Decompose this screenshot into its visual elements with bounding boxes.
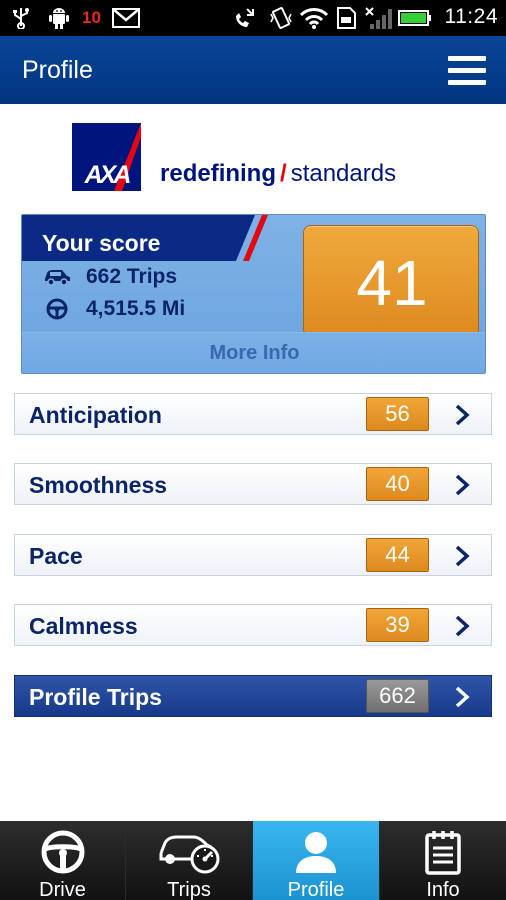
- clock-time: 11:24: [444, 5, 498, 28]
- distance-value: 4,515.5 Mi: [86, 297, 186, 320]
- trips-count: 662 Trips: [86, 265, 178, 288]
- score-distance-row: 4,515.5 Mi: [42, 296, 185, 322]
- category-row-anticipation[interactable]: Anticipation 56: [14, 393, 492, 435]
- tab-label: Profile: [287, 879, 345, 900]
- menu-bar: [448, 68, 486, 73]
- score-trips-row: 662 Trips: [42, 264, 177, 290]
- category-score-badge: 56: [366, 397, 429, 431]
- score-title: Your score: [42, 230, 161, 256]
- menu-bar: [448, 56, 486, 61]
- tab-profile[interactable]: Profile: [253, 821, 380, 900]
- person-icon: [293, 829, 339, 875]
- category-score-badge: 39: [366, 608, 429, 642]
- chevron-right-icon: [455, 474, 470, 496]
- category-label: Pace: [29, 543, 83, 569]
- sd-card-icon: [334, 6, 358, 30]
- tab-info[interactable]: Info: [380, 821, 506, 900]
- page-title: Profile: [22, 56, 93, 84]
- missed-call-icon: [232, 6, 256, 30]
- no-signal-icon: [364, 6, 394, 30]
- steering-wheel-icon: [42, 297, 72, 321]
- profile-trips-row[interactable]: Profile Trips 662: [14, 675, 492, 717]
- status-bar: 10 11:24: [0, 0, 506, 36]
- score-card: Your score 662 Trips 4,515.5 Mi 41 More …: [21, 214, 486, 374]
- steering-wheel-icon: [40, 829, 86, 875]
- category-score-badge: 44: [366, 538, 429, 572]
- chevron-right-icon: [455, 404, 470, 426]
- tab-label: Drive: [39, 879, 86, 900]
- car-trips-icon: [42, 265, 72, 289]
- vibrate-icon: [268, 6, 294, 30]
- category-label: Anticipation: [29, 402, 162, 428]
- category-score-badge: 40: [366, 467, 429, 501]
- bottom-navigation: Drive Trips Profile Info: [0, 821, 506, 900]
- profile-trips-count-badge: 662: [366, 679, 429, 713]
- brand-slogan: redefining / standards: [160, 160, 396, 188]
- more-info-button[interactable]: More Info: [22, 332, 485, 373]
- chevron-right-icon: [455, 686, 470, 708]
- category-label: Calmness: [29, 613, 138, 639]
- wifi-icon: [298, 6, 330, 30]
- overall-score-value: 41: [356, 247, 428, 319]
- tab-label: Info: [426, 879, 460, 900]
- chevron-right-icon: [455, 615, 470, 637]
- profile-trips-label: Profile Trips: [29, 684, 162, 710]
- logo-text: AXA: [84, 161, 132, 189]
- battery-icon: [398, 6, 432, 30]
- slogan-slash: /: [280, 160, 287, 187]
- category-row-smoothness[interactable]: Smoothness 40: [14, 463, 492, 505]
- slogan-rest: standards: [290, 160, 397, 187]
- menu-bar: [448, 80, 486, 85]
- category-row-calmness[interactable]: Calmness 39: [14, 604, 492, 646]
- tab-label: Trips: [167, 879, 211, 900]
- app-header: Profile: [0, 36, 506, 104]
- hamburger-menu-icon[interactable]: [448, 56, 486, 86]
- android-debug-icon: [46, 6, 72, 30]
- gmail-icon: [112, 6, 140, 30]
- category-row-pace[interactable]: Pace 44: [14, 534, 492, 576]
- app-screen: 10 11:24 Profile AXA redefining / standa…: [0, 0, 506, 900]
- car-speedometer-icon: [157, 829, 221, 875]
- overall-score-badge: 41: [303, 225, 479, 337]
- notepad-icon: [423, 829, 463, 875]
- tab-trips[interactable]: Trips: [126, 821, 253, 900]
- axa-logo: AXA: [72, 123, 141, 191]
- slogan-bold: redefining: [160, 160, 277, 187]
- category-label: Smoothness: [29, 472, 168, 498]
- usb-icon: [10, 6, 32, 30]
- chevron-right-icon: [455, 545, 470, 567]
- tab-drive[interactable]: Drive: [0, 821, 126, 900]
- notification-count: 10: [82, 8, 101, 27]
